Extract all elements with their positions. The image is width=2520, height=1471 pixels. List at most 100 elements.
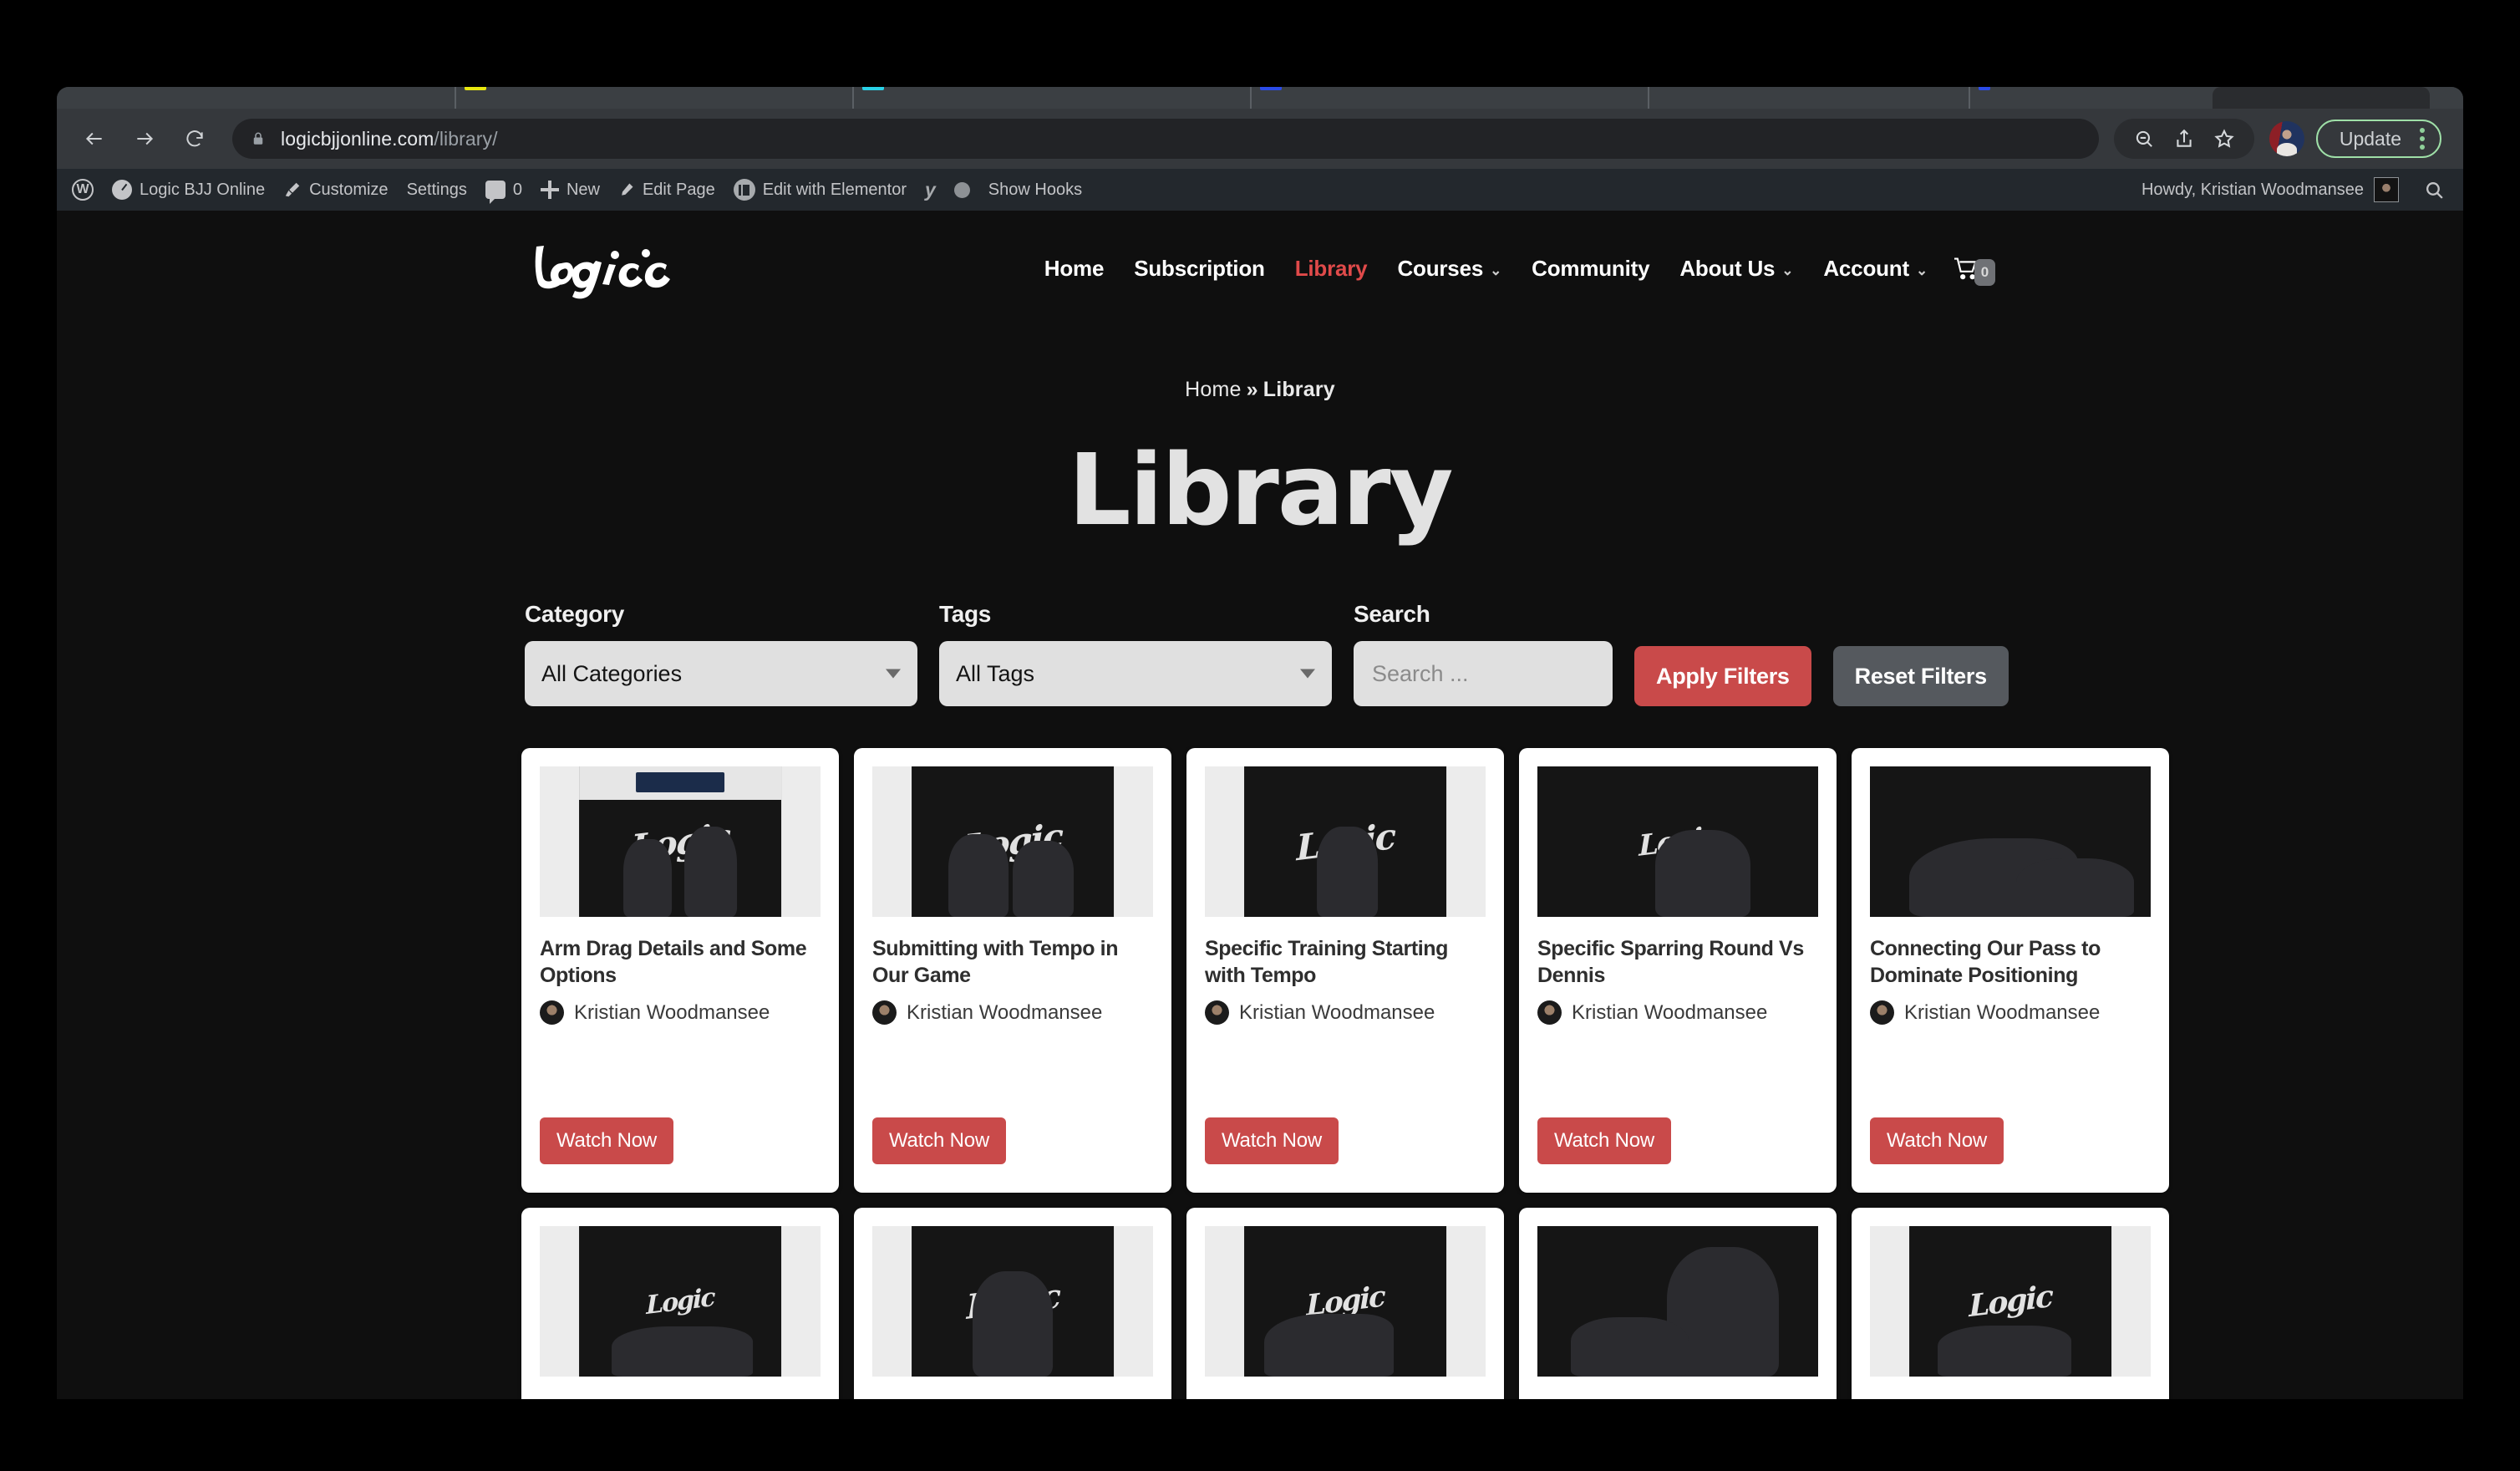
video-card[interactable]: Logic — [854, 1208, 1171, 1399]
share-icon[interactable] — [2164, 119, 2204, 159]
category-select[interactable]: All Categories — [525, 641, 917, 706]
lock-icon — [253, 132, 263, 145]
apply-filters-button[interactable]: Apply Filters — [1634, 646, 1811, 706]
watch-now-button[interactable]: Watch Now — [1870, 1117, 2004, 1164]
chevron-down-icon: ⌄ — [1915, 262, 1928, 278]
customize-label: Customize — [309, 180, 389, 199]
card-thumbnail: Logic — [1537, 766, 1818, 917]
browser-tab-strip[interactable] — [57, 87, 2463, 109]
nav-item-home[interactable]: Home — [1029, 256, 1119, 282]
address-bar[interactable]: logicbjjonline.com/library/ — [232, 119, 2099, 159]
search-filter-group: Search Search ... — [1354, 601, 1613, 706]
kebab-menu-icon[interactable] — [2420, 128, 2425, 150]
admin-edit-elementor[interactable]: Edit with Elementor — [724, 169, 916, 211]
watch-now-button[interactable]: Watch Now — [872, 1117, 1007, 1164]
nav-item-courses[interactable]: Courses ⌄ — [1382, 256, 1517, 282]
avatar — [540, 1000, 564, 1025]
video-card[interactable]: Logic — [521, 1208, 839, 1399]
reload-icon[interactable] — [175, 120, 214, 158]
card-thumbnail: Logic — [1205, 766, 1486, 917]
watch-now-button[interactable]: Watch Now — [540, 1117, 674, 1164]
card-title: Specific Sparring Round Vs Dennis — [1537, 937, 1804, 987]
browser-tab[interactable] — [455, 87, 486, 109]
nav-label: Community — [1532, 255, 1650, 281]
wordpress-logo-menu[interactable] — [57, 169, 103, 211]
forward-arrow-icon[interactable] — [125, 120, 164, 158]
video-card[interactable]: Logic Specific Sparring Round Vs Dennis … — [1519, 748, 1837, 1193]
browser-tab-active[interactable] — [2213, 87, 2430, 109]
video-card[interactable] — [1519, 1208, 1837, 1399]
card-thumbnail: Logic — [1205, 1226, 1486, 1377]
breadcrumb-home[interactable]: Home — [1185, 378, 1242, 401]
howdy-avatar[interactable] — [2374, 177, 2399, 202]
video-card[interactable]: Connecting Our Pass to Dominate Position… — [1852, 748, 2169, 1193]
avatar — [1870, 1000, 1894, 1025]
watch-now-button[interactable]: Watch Now — [1537, 1117, 1672, 1164]
admin-status-dot[interactable] — [945, 169, 979, 211]
admin-edit-page[interactable]: Edit Page — [609, 169, 724, 211]
admin-site-name[interactable]: Logic BJJ Online — [103, 169, 274, 211]
card-thumbnail: Logic — [540, 1226, 821, 1377]
admin-show-hooks[interactable]: Show Hooks — [979, 169, 1091, 211]
watch-now-button[interactable]: Watch Now — [1205, 1117, 1339, 1164]
browser-tab[interactable] — [1648, 87, 1649, 109]
nav-item-subscription[interactable]: Subscription — [1119, 256, 1280, 282]
card-title: Arm Drag Details and Some Options — [540, 937, 807, 987]
admin-yoast[interactable]: y — [916, 169, 945, 211]
admin-comments[interactable]: 0 — [476, 169, 531, 211]
brush-icon — [285, 182, 300, 197]
chevron-down-icon — [1300, 669, 1315, 679]
search-placeholder: Search ... — [1372, 660, 1469, 686]
howdy-label[interactable]: Howdy, Kristian Woodmansee — [2141, 181, 2364, 200]
author-name: Kristian Woodmansee — [1904, 1000, 2101, 1024]
video-card[interactable]: Logic — [1852, 1208, 2169, 1399]
cart-button[interactable]: 0 — [1943, 251, 1995, 286]
update-button[interactable]: Update — [2315, 120, 2441, 158]
card-thumbnail: Logic — [1870, 1226, 2151, 1377]
nav-item-about-us[interactable]: About Us ⌄ — [1664, 256, 1808, 282]
admin-search-icon[interactable] — [2424, 180, 2445, 201]
card-title: Submitting with Tempo in Our Game — [872, 937, 1119, 987]
admin-new[interactable]: New — [531, 169, 609, 211]
video-card[interactable]: Logic Arm Drag Details and Some Options … — [521, 748, 839, 1193]
page-title: Library — [1068, 432, 1453, 547]
admin-bar-right: Howdy, Kristian Woodmansee — [2141, 177, 2463, 202]
nav-label: Account — [1823, 255, 1909, 281]
back-arrow-icon[interactable] — [75, 120, 114, 158]
wordpress-logo-icon — [72, 179, 94, 201]
star-icon[interactable] — [2204, 119, 2244, 159]
category-label: Category — [525, 601, 624, 627]
card-thumbnail — [1537, 1226, 1818, 1377]
search-label: Search — [1354, 601, 1430, 627]
nav-item-account[interactable]: Account ⌄ — [1808, 256, 1943, 282]
author-name: Kristian Woodmansee — [1572, 1000, 1768, 1024]
video-card[interactable]: Logic Submitting with Tempo in Our Game … — [854, 748, 1171, 1193]
card-thumbnail: Logic — [872, 766, 1153, 917]
admin-settings[interactable]: Settings — [398, 169, 476, 211]
filter-bar: Category All Categories Tags All Tags Se… — [57, 601, 2463, 706]
card-thumbnail: Logic — [872, 1226, 1153, 1377]
browser-tab[interactable] — [1969, 87, 1990, 109]
zoom-out-icon[interactable] — [2124, 119, 2164, 159]
avatar — [1537, 1000, 1562, 1025]
video-card[interactable]: Logic — [1186, 1208, 1504, 1399]
admin-customize[interactable]: Customize — [274, 169, 397, 211]
status-dot-icon — [953, 181, 970, 198]
category-value: All Categories — [541, 660, 683, 686]
browser-tab[interactable] — [1250, 87, 1282, 109]
profile-avatar[interactable] — [2269, 121, 2304, 156]
avatar — [1205, 1000, 1229, 1025]
wordpress-admin-bar: Logic BJJ Online Customize Settings 0 Ne… — [57, 169, 2463, 211]
video-card[interactable]: Logic Specific Training Starting with Te… — [1186, 748, 1504, 1193]
comment-count: 0 — [512, 180, 522, 199]
card-thumbnail — [1870, 766, 2151, 917]
nav-label: Courses — [1397, 255, 1484, 281]
search-input[interactable]: Search ... — [1354, 641, 1613, 706]
tags-select[interactable]: All Tags — [939, 641, 1332, 706]
nav-item-library[interactable]: Library — [1280, 256, 1383, 282]
site-logo[interactable] — [523, 235, 690, 302]
reset-filters-button[interactable]: Reset Filters — [1832, 646, 2009, 706]
toolbar-right-group: Update — [2113, 119, 2441, 159]
browser-tab[interactable] — [852, 87, 884, 109]
nav-item-community[interactable]: Community — [1517, 256, 1664, 282]
